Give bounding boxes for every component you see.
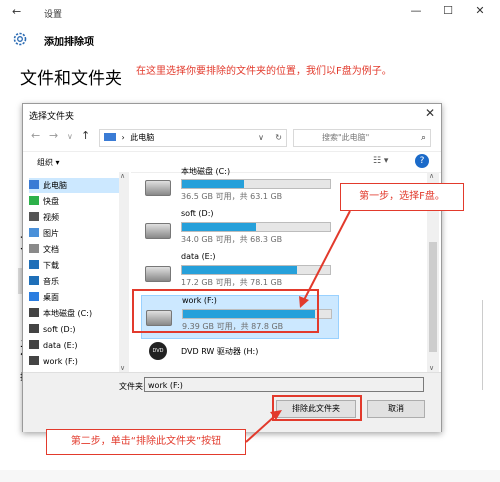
arrow-head-step-1 xyxy=(299,296,309,308)
bottom-strip xyxy=(0,470,500,482)
arrow-step-2 xyxy=(245,414,277,443)
arrow-step-1 xyxy=(303,210,351,301)
callout-arrows xyxy=(245,210,351,443)
